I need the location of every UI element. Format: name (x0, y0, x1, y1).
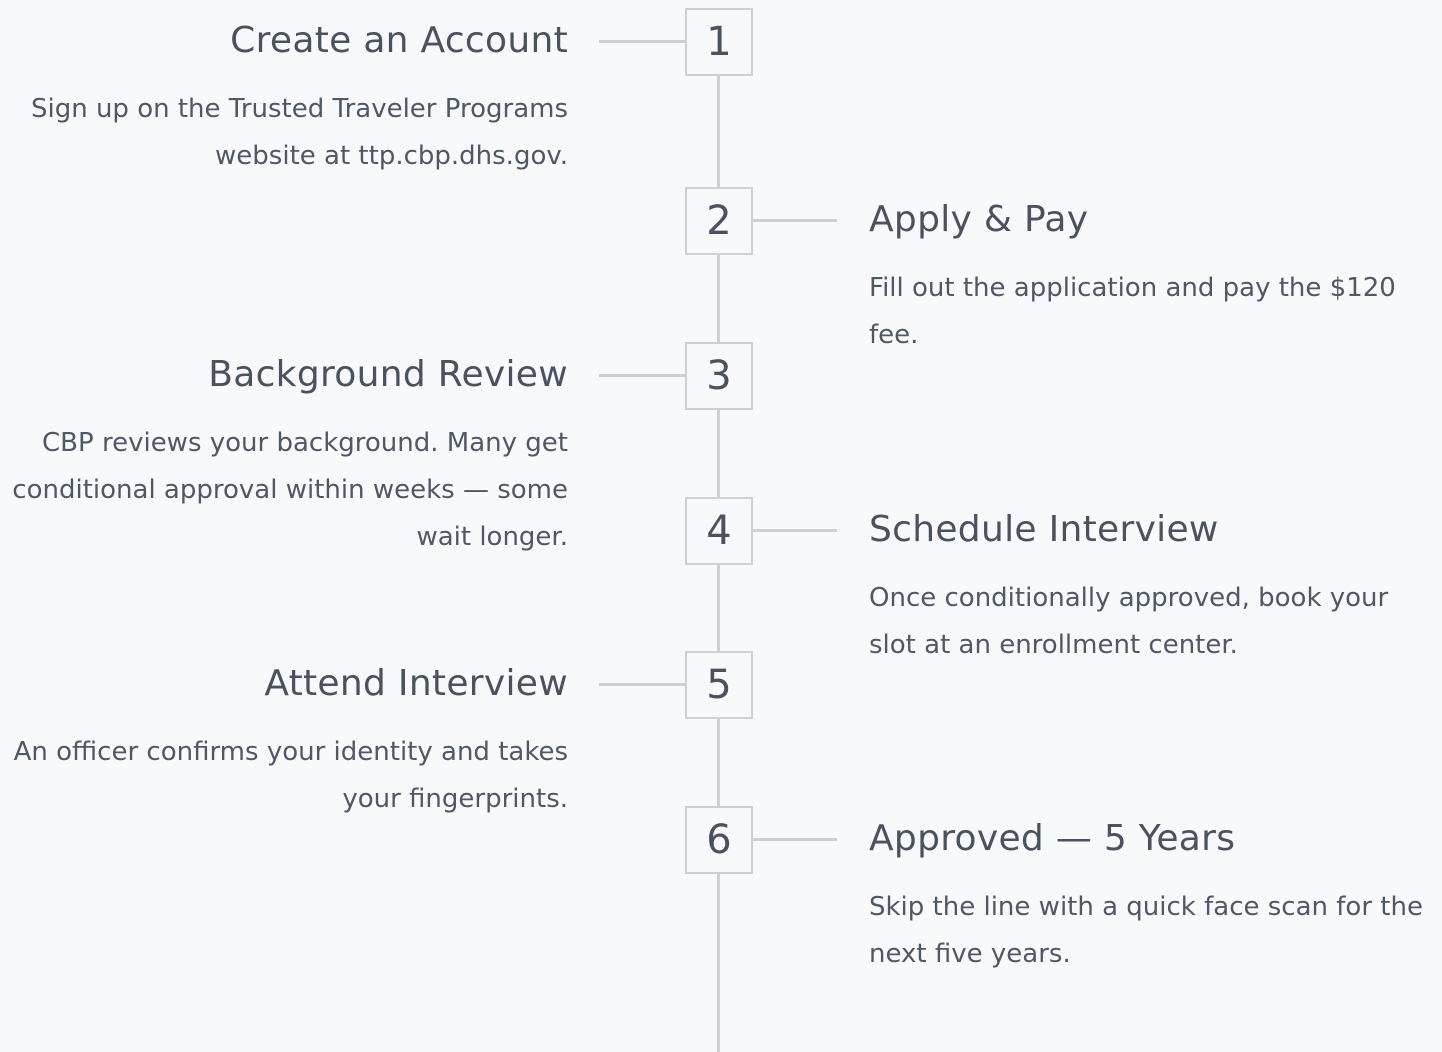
step-description: Sign up on the Trusted Traveler Programs… (30, 94, 568, 171)
step-number-badge: 6 (685, 806, 753, 874)
step-2: 2 Apply & Pay Fill out the application a… (0, 187, 1442, 350)
step-connector (751, 529, 837, 532)
step-connector (751, 838, 837, 841)
step-connector (599, 40, 685, 43)
step-number-badge: 5 (685, 651, 753, 719)
step-title: Attend Interview (264, 663, 568, 704)
step-connector (599, 683, 685, 686)
step-title: Approved — 5 Years (869, 818, 1236, 859)
step-title: Background Review (208, 354, 568, 395)
step-number-badge: 2 (685, 187, 753, 255)
step-number-badge: 4 (685, 497, 753, 565)
step-title: Apply & Pay (869, 199, 1089, 240)
step-title: Create an Account (230, 20, 568, 61)
step-3: 3 Background Review CBP reviews your bac… (0, 342, 1442, 552)
step-title: Schedule Interview (869, 509, 1219, 550)
step-number-badge: 1 (685, 8, 753, 76)
step-description: Skip the line with a quick face scan for… (869, 892, 1423, 969)
step-6: 6 Approved — 5 Years Skip the line with … (0, 806, 1442, 969)
step-5: 5 Attend Interview An officer confirms y… (0, 651, 1442, 814)
process-timeline: 1 Create an Account Sign up on the Trust… (0, 0, 1442, 1052)
step-connector (599, 374, 685, 377)
step-1: 1 Create an Account Sign up on the Trust… (0, 8, 1442, 171)
step-4: 4 Schedule Interview Once conditionally … (0, 497, 1442, 660)
step-number-badge: 3 (685, 342, 753, 410)
step-connector (751, 219, 837, 222)
